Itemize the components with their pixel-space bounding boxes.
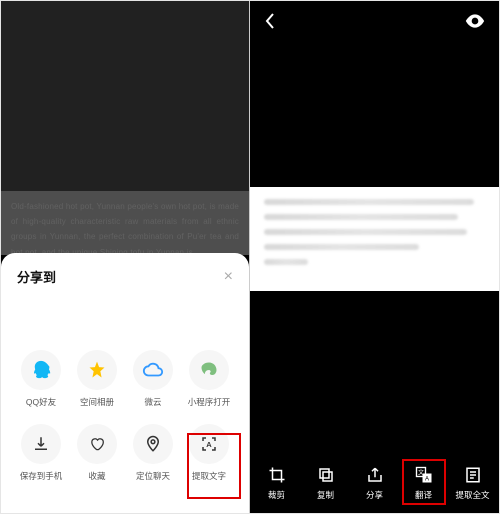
- left-image-area: [1, 1, 249, 191]
- extract-all-icon: [464, 464, 482, 486]
- share-label: 微云: [144, 396, 161, 408]
- share-label: QQ好友: [26, 396, 56, 408]
- share-item-save[interactable]: 保存到手机: [13, 424, 69, 482]
- share-label: 提取文字: [192, 470, 226, 482]
- share-item-qzone[interactable]: 空间相册: [69, 350, 125, 408]
- share-item-miniprogram[interactable]: 小程序打开: [181, 350, 237, 408]
- share-label: 空间相册: [80, 396, 114, 408]
- share-item-extract-text[interactable]: A 提取文字: [181, 424, 237, 482]
- svg-text:文: 文: [417, 468, 423, 476]
- back-icon[interactable]: [264, 12, 276, 30]
- toolbar-share[interactable]: 分享: [351, 464, 399, 501]
- cloud-icon: [133, 350, 173, 390]
- bottom-toolbar: 裁剪 复制 分享 文A 翻译: [250, 457, 499, 513]
- translate-icon: 文A: [415, 464, 433, 486]
- leaf-icon: [189, 350, 229, 390]
- svg-text:A: A: [206, 440, 212, 449]
- detected-text-preview: Old-fashioned hot pot, Yunnan people's o…: [1, 191, 249, 255]
- toolbar-label: 裁剪: [268, 489, 285, 501]
- download-icon: [21, 424, 61, 464]
- right-image-area: [250, 41, 499, 187]
- toolbar-crop[interactable]: 裁剪: [253, 464, 301, 501]
- toolbar-label: 提取全文: [455, 489, 489, 501]
- share-label: 保存到手机: [20, 470, 63, 482]
- visibility-icon[interactable]: [465, 14, 485, 28]
- toolbar-copy[interactable]: 复制: [302, 464, 350, 501]
- crop-icon: [268, 464, 286, 486]
- share-grid: QQ好友 空间相册 微云: [11, 302, 239, 482]
- share-item-weiyun[interactable]: 微云: [125, 350, 181, 408]
- qq-icon: [21, 350, 61, 390]
- copy-icon: [317, 464, 335, 486]
- toolbar-label: 分享: [366, 489, 383, 501]
- toolbar-label: 翻译: [415, 489, 432, 501]
- share-sheet: 分享到 × QQ好友 空间相册: [1, 253, 249, 513]
- scan-text-icon: A: [189, 424, 229, 464]
- toolbar-label: 复制: [317, 489, 334, 501]
- share-item-locate-chat[interactable]: 定位聊天: [125, 424, 181, 482]
- heart-icon: [77, 424, 117, 464]
- share-label: 收藏: [88, 470, 105, 482]
- translated-text-block: [250, 187, 499, 291]
- share-icon: [366, 464, 384, 486]
- toolbar-translate[interactable]: 文A 翻译: [400, 464, 448, 501]
- share-title: 分享到: [17, 267, 56, 286]
- toolbar-extract-all[interactable]: 提取全文: [449, 464, 497, 501]
- location-icon: [133, 424, 173, 464]
- share-item-favorite[interactable]: 收藏: [69, 424, 125, 482]
- svg-text:A: A: [424, 476, 428, 482]
- close-icon[interactable]: ×: [224, 269, 233, 285]
- right-header: [250, 1, 499, 41]
- left-screenshot: Old-fashioned hot pot, Yunnan people's o…: [1, 1, 250, 513]
- right-screenshot: 裁剪 复制 分享 文A 翻译: [250, 1, 499, 513]
- share-label: 小程序打开: [188, 396, 231, 408]
- share-label: 定位聊天: [136, 470, 170, 482]
- share-item-qq[interactable]: QQ好友: [13, 350, 69, 408]
- star-icon: [77, 350, 117, 390]
